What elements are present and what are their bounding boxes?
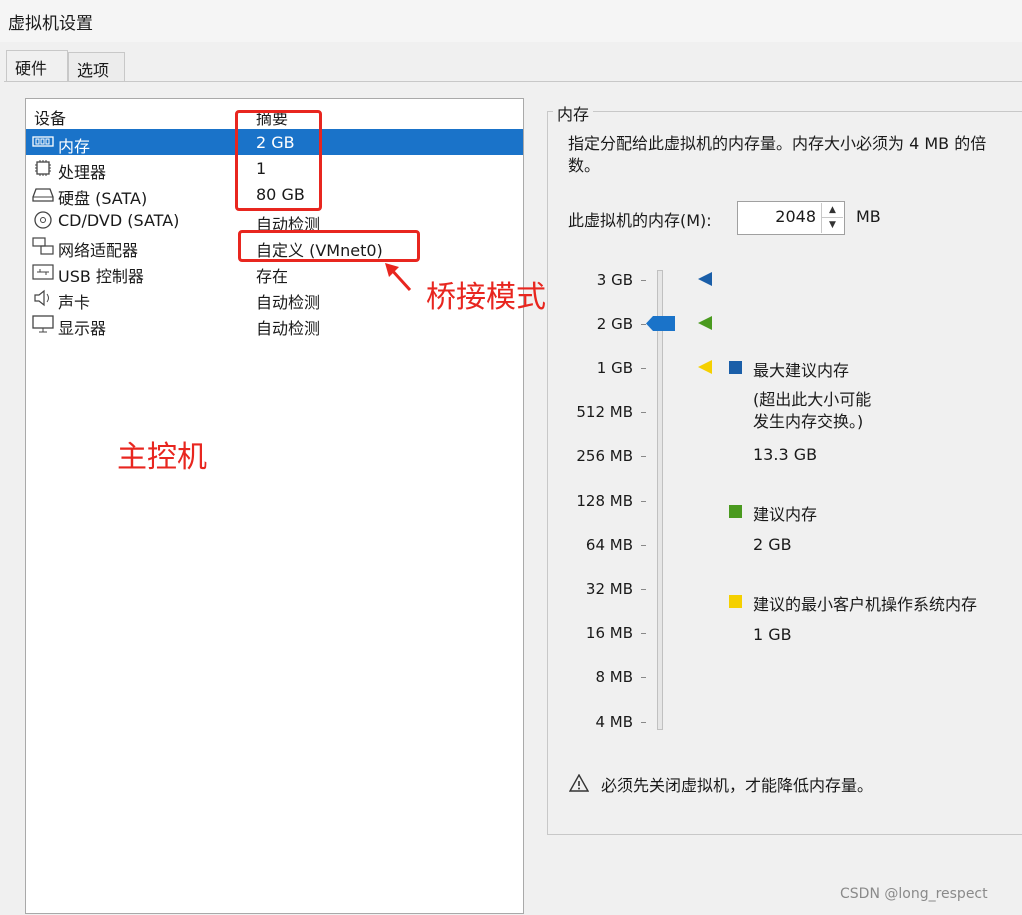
warning-icon (569, 774, 589, 792)
hard-disk-icon (32, 185, 54, 203)
display-icon (32, 315, 54, 333)
processor-icon (32, 159, 54, 177)
device-summary: 自动检测 (256, 293, 321, 312)
arrow-up-icon: ▲ (829, 205, 836, 215)
annotation-arrow-icon (385, 263, 412, 292)
recommended-memory-swatch (729, 505, 742, 518)
max-memory-marker-icon (698, 272, 712, 286)
arrow-down-icon: ▼ (829, 220, 836, 230)
device-list[interactable]: 设备 摘要 内存 2 GB 处理器 1 硬盘 (SATA) 80 GB CD/D… (25, 98, 524, 914)
scale-tick (641, 545, 646, 546)
recommended-memory-value: 2 GB (753, 535, 792, 554)
title-bar: 虚拟机设置 (0, 0, 1022, 42)
max-memory-note: (超出此大小可能 发生内存交换。) (753, 389, 871, 433)
window-title: 虚拟机设置 (8, 14, 93, 34)
scale-label: 3 GB (596, 271, 633, 289)
scale-label: 16 MB (585, 624, 633, 642)
device-summary: 存在 (256, 267, 289, 286)
scale-label: 64 MB (585, 536, 633, 554)
scale-label: 256 MB (576, 447, 633, 465)
scale-label: 32 MB (585, 580, 633, 598)
scale-tick (641, 456, 646, 457)
min-memory-title: 建议的最小客户机操作系统内存 (753, 595, 978, 614)
memory-icon (32, 133, 54, 151)
memory-group-title: 内存 (553, 101, 594, 125)
scale-label: 1 GB (596, 359, 633, 377)
memory-spinbox[interactable]: 2048 ▲ ▼ (737, 201, 845, 235)
scale-tick (641, 501, 646, 502)
min-memory-marker-icon (698, 360, 712, 374)
network-adapter-icon (32, 237, 54, 255)
device-name: 硬盘 (SATA) (58, 189, 148, 208)
column-header-device[interactable]: 设备 (34, 105, 66, 129)
scale-label: 4 MB (595, 713, 633, 731)
memory-value[interactable]: 2048 (775, 207, 816, 226)
spin-up-button[interactable]: ▲ (821, 203, 843, 218)
max-memory-note-line1: (超出此大小可能 (753, 390, 872, 409)
tab-options-label: 选项 (77, 61, 110, 80)
annotation-box-summary (235, 110, 322, 211)
sound-card-icon (32, 289, 54, 307)
tab-hardware-label: 硬件 (15, 59, 48, 78)
device-name: 内存 (58, 137, 91, 156)
scale-label: 128 MB (576, 492, 633, 510)
memory-description: 指定分配给此虚拟机的内存量。内存大小必须为 4 MB 的倍数。 (568, 134, 987, 175)
device-name: 声卡 (58, 293, 91, 312)
max-memory-title: 最大建议内存 (753, 361, 850, 380)
annotation-host: 主控机 (117, 440, 207, 475)
tab-options[interactable]: 选项 (68, 52, 125, 82)
scale-label: 512 MB (576, 403, 633, 421)
recommended-memory-title: 建议内存 (753, 505, 818, 524)
scale-tick (641, 589, 646, 590)
device-name: USB 控制器 (58, 267, 144, 286)
device-name: 处理器 (58, 163, 107, 182)
annotation-bridge-mode: 桥接模式 (426, 280, 546, 315)
scale-tick (641, 368, 646, 369)
memory-slider-thumb[interactable] (646, 316, 675, 331)
scale-label: 2 GB (596, 315, 633, 333)
min-memory-value: 1 GB (753, 625, 792, 644)
scale-label: 8 MB (595, 668, 633, 686)
usb-icon (32, 263, 54, 281)
scale-tick (641, 722, 646, 723)
cd-dvd-icon (32, 211, 54, 229)
memory-unit: MB (856, 207, 881, 226)
scale-tick (641, 412, 646, 413)
device-name: 网络适配器 (58, 241, 139, 260)
warning-text: 必须先关闭虚拟机，才能降低内存量。 (601, 776, 874, 795)
scale-tick (641, 280, 646, 281)
device-summary: 自动检测 (256, 319, 321, 338)
scale-tick (641, 677, 646, 678)
min-memory-swatch (729, 595, 742, 608)
tab-hardware[interactable]: 硬件 (6, 50, 68, 84)
spin-down-button[interactable]: ▼ (821, 218, 843, 233)
memory-slider-track[interactable] (657, 270, 663, 730)
recommended-memory-marker-icon (698, 316, 712, 330)
memory-input-label: 此虚拟机的内存(M): (568, 211, 712, 230)
tab-bar: 硬件 选项 (0, 42, 1022, 84)
scale-tick (641, 633, 646, 634)
max-memory-value: 13.3 GB (753, 445, 818, 464)
max-memory-swatch (729, 361, 742, 374)
device-name: 显示器 (58, 319, 107, 338)
device-name: CD/DVD (SATA) (58, 211, 180, 230)
watermark: CSDN @long_respect (840, 886, 988, 902)
max-memory-note-line2: 发生内存交换。) (753, 412, 864, 431)
